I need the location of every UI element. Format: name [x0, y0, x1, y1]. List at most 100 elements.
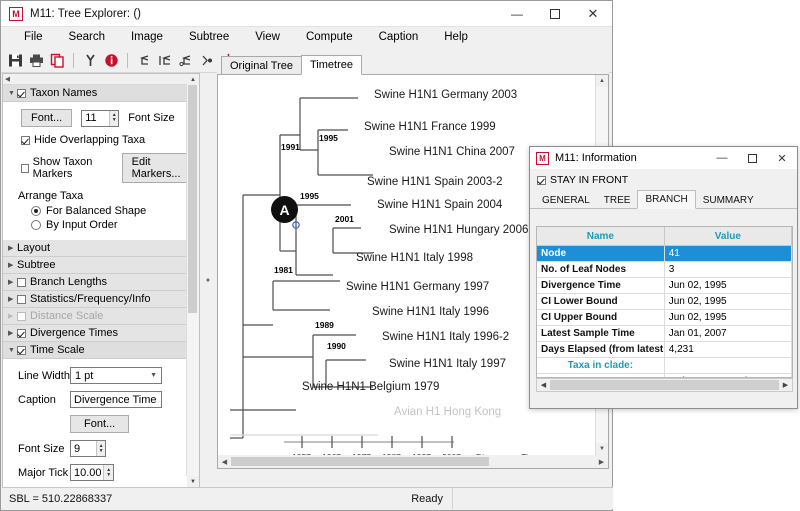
dialog-minimize-icon[interactable]: —: [707, 147, 737, 170]
leaf-label[interactable]: Swine H1N1 France 1999: [364, 121, 496, 133]
scroll-left-icon[interactable]: ◀: [218, 458, 231, 466]
scroll-up-icon[interactable]: ▲: [187, 74, 199, 85]
tools-icon[interactable]: [81, 51, 99, 69]
leaf-label[interactable]: Swine H1N1 Germany 2003: [374, 89, 517, 101]
scroll-down-icon[interactable]: ▼: [187, 476, 199, 487]
leaf-label[interactable]: Swine H1N1 Spain 2003-2: [367, 176, 503, 188]
table-row[interactable]: No. of Leaf Nodes 3: [537, 262, 792, 278]
time-font-size-stepper[interactable]: ▲▼: [70, 440, 106, 457]
stepper-arrows-icon[interactable]: ▲▼: [103, 465, 113, 480]
show-taxon-markers-checkbox[interactable]: [21, 164, 29, 173]
tab-timetree[interactable]: Timetree: [301, 55, 362, 75]
taxon-font-size-stepper[interactable]: ▲▼: [81, 110, 119, 127]
section-header-branch-lengths[interactable]: ▶ Branch Lengths: [3, 274, 199, 291]
menu-subtree[interactable]: Subtree: [176, 31, 242, 43]
section-header-time-scale[interactable]: ▼ Time Scale: [3, 342, 199, 359]
table-row[interactable]: Days Elapsed (from latest sample time) 4…: [537, 342, 792, 358]
tab-general[interactable]: GENERAL: [535, 193, 597, 208]
section-header-subtree[interactable]: ▶ Subtree: [3, 257, 199, 274]
options-scroll-thumb[interactable]: [188, 85, 197, 313]
arrange-balanced-radio[interactable]: [31, 206, 41, 216]
print-icon[interactable]: [27, 51, 45, 69]
leaf-label-outgroup[interactable]: Avian H1 Hong Kong: [394, 406, 501, 418]
time-scale-checkbox[interactable]: [17, 346, 26, 355]
table-row[interactable]: Divergence Time Jun 02, 1995: [537, 278, 792, 294]
table-row[interactable]: Node 41: [537, 246, 792, 262]
line-width-select[interactable]: 1 pt ▼: [70, 367, 162, 384]
options-horizontal-scrollbar[interactable]: ◀ ▶: [3, 74, 199, 85]
tree-horizontal-scrollbar[interactable]: ◀ ▶: [218, 455, 608, 468]
dialog-maximize-icon[interactable]: [737, 147, 767, 170]
menu-file[interactable]: File: [11, 31, 56, 43]
time-scale-font-button[interactable]: Font...: [70, 415, 129, 433]
scroll-left-icon[interactable]: ◀: [537, 381, 550, 389]
arrange-input-order-radio[interactable]: [31, 220, 41, 230]
panel-splitter[interactable]: ●: [202, 73, 214, 488]
section-header-layout[interactable]: ▶ Layout: [3, 240, 199, 257]
caption-input[interactable]: Divergence Time: [70, 391, 162, 408]
leaf-label[interactable]: Swine H1N1 Italy 1996: [372, 306, 489, 318]
leaf-label[interactable]: Swine H1N1 Italy 1996-2: [382, 331, 509, 343]
scroll-right-icon[interactable]: ▶: [779, 381, 792, 389]
table-row[interactable]: CI Upper Bound Jun 02, 1995: [537, 310, 792, 326]
menu-search[interactable]: Search: [56, 31, 118, 43]
taxon-font-button[interactable]: Font...: [21, 109, 72, 127]
leaf-label[interactable]: Swine H1N1 Italy 1998: [356, 252, 473, 264]
menu-help[interactable]: Help: [431, 31, 481, 43]
branch-icon-2[interactable]: [156, 51, 174, 69]
time-font-size-input[interactable]: [71, 442, 96, 456]
scroll-right-icon[interactable]: ▶: [595, 458, 608, 466]
options-vertical-scrollbar[interactable]: ▲ ▼: [186, 85, 199, 476]
branch-lengths-checkbox[interactable]: [17, 278, 26, 287]
section-header-divergence-times[interactable]: ▶ Divergence Times: [3, 325, 199, 342]
dialog-horizontal-scrollbar[interactable]: ◀ ▶: [536, 378, 793, 392]
leaf-label[interactable]: Swine H1N1 Belgium 1979: [302, 381, 439, 393]
hide-overlapping-checkbox[interactable]: [21, 136, 30, 145]
tab-tree[interactable]: TREE: [597, 193, 638, 208]
scroll-up-icon[interactable]: ▲: [596, 75, 608, 87]
chevron-right-icon: ▶: [8, 312, 17, 320]
minimize-icon[interactable]: —: [498, 1, 536, 27]
taxon-font-size-input[interactable]: [82, 111, 109, 125]
divergence-times-checkbox[interactable]: [17, 329, 26, 338]
menu-view[interactable]: View: [242, 31, 293, 43]
stepper-arrows-icon[interactable]: ▲▼: [96, 441, 105, 456]
major-tick-input[interactable]: [71, 466, 103, 480]
info-icon[interactable]: [102, 51, 120, 69]
table-row[interactable]: Latest Sample Time Jan 01, 2007: [537, 326, 792, 342]
leaf-label[interactable]: Swine H1N1 Italy 1997: [389, 358, 506, 370]
menu-compute[interactable]: Compute: [293, 31, 366, 43]
stay-in-front-checkbox[interactable]: [537, 176, 546, 185]
tab-original-tree[interactable]: Original Tree: [221, 56, 302, 74]
major-tick-stepper[interactable]: ▲▼: [70, 464, 114, 481]
branch-icon-1[interactable]: [135, 51, 153, 69]
menu-caption[interactable]: Caption: [366, 31, 432, 43]
section-header-statistics[interactable]: ▶ Statistics/Frequency/Info: [3, 291, 199, 308]
branch-info-grid[interactable]: Name Value Node 41 No. of Leaf Nodes 3 D…: [536, 226, 793, 378]
maximize-icon[interactable]: [536, 1, 574, 27]
close-icon[interactable]: ✕: [574, 1, 612, 27]
leaf-label[interactable]: Swine H1N1 Hungary 2006: [389, 224, 528, 236]
section-body-time-scale: Line Width 1 pt ▼ Caption Divergence Tim…: [3, 359, 199, 488]
tab-branch[interactable]: BRANCH: [637, 190, 695, 209]
scroll-down-icon[interactable]: ▼: [596, 443, 608, 455]
branch-icon-4[interactable]: [198, 51, 216, 69]
scroll-thumb[interactable]: [10, 75, 191, 83]
stepper-arrows-icon[interactable]: ▲▼: [109, 111, 118, 126]
taxon-names-checkbox[interactable]: [17, 89, 26, 98]
leaf-label[interactable]: Swine H1N1 China 2007: [389, 146, 515, 158]
statistics-checkbox[interactable]: [17, 295, 26, 304]
dialog-close-icon[interactable]: ✕: [767, 147, 797, 170]
save-icon[interactable]: [6, 51, 24, 69]
dialog-scroll-thumb[interactable]: [550, 380, 779, 390]
branch-icon-3[interactable]: [177, 51, 195, 69]
stay-in-front-row[interactable]: STAY IN FRONT: [530, 170, 797, 190]
menu-image[interactable]: Image: [118, 31, 176, 43]
tree-scroll-thumb[interactable]: [231, 457, 489, 466]
leaf-label[interactable]: Swine H1N1 Spain 2004: [377, 199, 502, 211]
tab-summary[interactable]: SUMMARY: [696, 193, 761, 208]
leaf-label[interactable]: Swine H1N1 Germany 1997: [346, 281, 489, 293]
section-header-taxon-names[interactable]: ▼ Taxon Names: [3, 85, 199, 102]
copy-icon[interactable]: [48, 51, 66, 69]
table-row[interactable]: CI Lower Bound Jun 02, 1995: [537, 294, 792, 310]
